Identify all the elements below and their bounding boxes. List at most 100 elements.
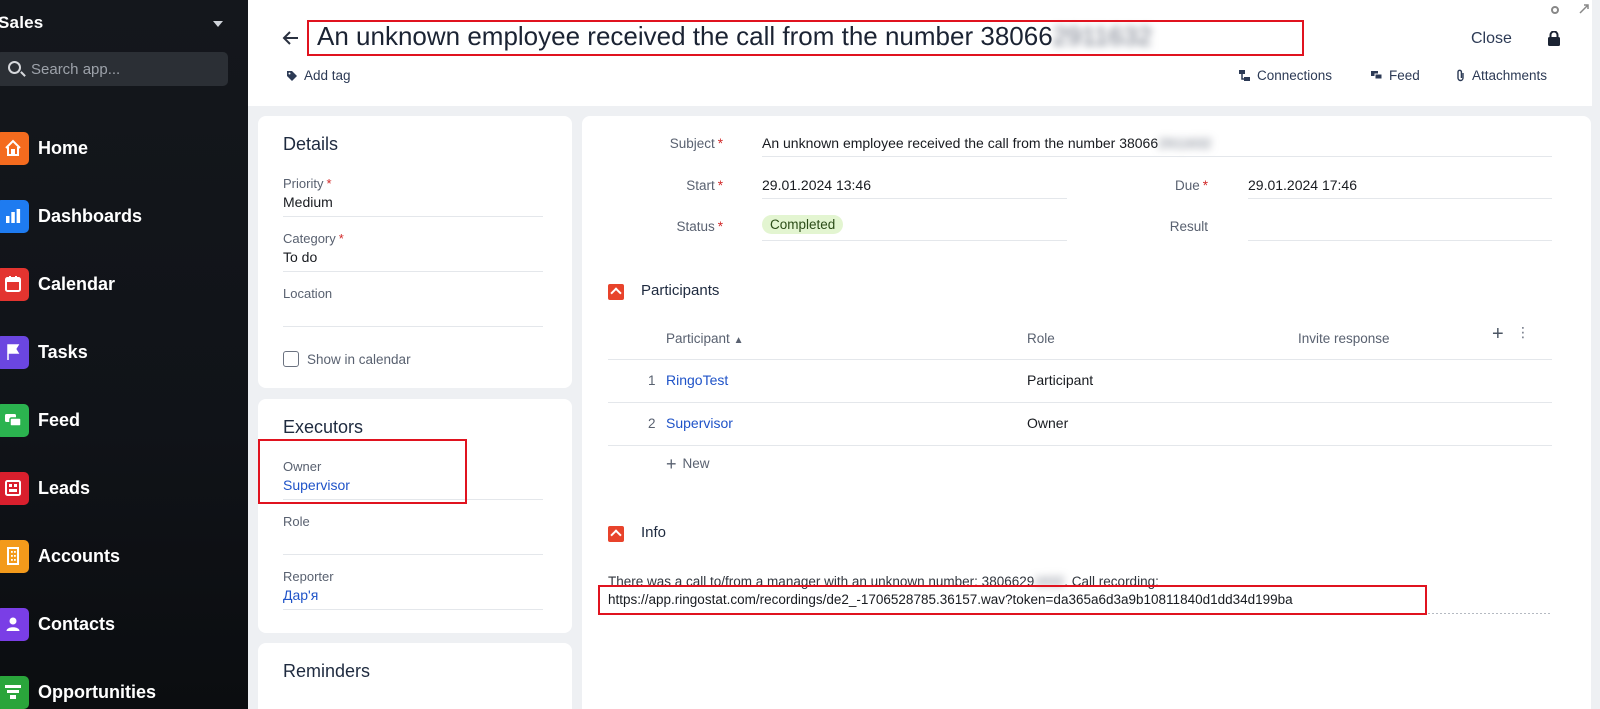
reporter-label: Reporter — [283, 569, 334, 584]
sidebar-item-accounts[interactable]: Accounts — [0, 522, 248, 590]
app-title[interactable]: Sales — [0, 13, 43, 33]
reminders-heading: Reminders — [283, 661, 371, 681]
flag-icon — [0, 335, 29, 369]
sidebar-item-dashboards[interactable]: Dashboards — [0, 182, 248, 250]
participant-name[interactable]: Supervisor — [666, 415, 733, 431]
priority-value[interactable]: Medium — [283, 194, 333, 210]
due-label: Due * — [1174, 178, 1208, 193]
sidebar-item-label: Contacts — [38, 613, 116, 634]
calendar-icon — [0, 267, 29, 301]
sidebar-item-label: Calendar — [38, 273, 116, 294]
sidebar-item-label: Dashboards — [38, 205, 143, 226]
column-invite-response[interactable]: Invite response — [1298, 331, 1390, 346]
participant-role: Owner — [1027, 415, 1069, 431]
participant-role: Participant — [1027, 372, 1094, 388]
home-icon — [0, 131, 29, 165]
executors-panel: Executors Owner Supervisor Role Reporter… — [258, 399, 572, 633]
new-participant-button[interactable]: + New — [666, 453, 710, 474]
search-box[interactable] — [0, 52, 228, 86]
add-tag-button[interactable]: Add tag — [286, 68, 351, 83]
status-badge[interactable]: Completed — [762, 215, 844, 234]
category-value[interactable]: To do — [283, 249, 317, 265]
sidebar-item-calendar[interactable]: Calendar — [0, 250, 248, 318]
record-header — [248, 0, 1592, 106]
table-row[interactable]: 2 Supervisor Owner — [608, 403, 1552, 445]
row-number: 1 — [648, 373, 656, 388]
category-label: Category * — [283, 231, 344, 246]
back-arrow-icon[interactable] — [282, 27, 300, 53]
info-text: There was a call to/from a manager with … — [608, 574, 1159, 589]
result-label: Result — [1169, 219, 1208, 234]
start-label: Start * — [686, 178, 723, 193]
status-label: Status * — [676, 219, 723, 234]
collapse-participants-icon[interactable] — [608, 284, 624, 300]
role-label: Role — [283, 514, 310, 529]
connections-label: Connections — [1257, 68, 1333, 83]
close-button[interactable]: Close — [1471, 30, 1512, 48]
info-heading: Info — [641, 524, 667, 541]
search-icon — [8, 61, 21, 74]
paperclip-icon — [1457, 69, 1464, 82]
sidebar-item-label: Leads — [38, 477, 91, 498]
chat-icon — [0, 403, 29, 437]
sidebar-item-label: Tasks — [38, 341, 88, 362]
sidebar-item-label: Opportunities — [38, 681, 156, 702]
building-icon — [0, 539, 29, 573]
expand-icon[interactable] — [1579, 4, 1589, 14]
start-value[interactable]: 29.01.2024 13:46 — [762, 177, 871, 193]
owner-label: Owner — [283, 459, 322, 474]
tag-icon — [287, 70, 297, 81]
collapse-info-icon[interactable] — [608, 526, 624, 542]
column-participant[interactable]: Participant ▲ — [666, 331, 743, 346]
gear-icon[interactable] — [1549, 4, 1561, 16]
attachments-link[interactable]: Attachments — [1455, 68, 1547, 83]
table-row[interactable]: 1 RingoTest Participant — [608, 360, 1552, 402]
details-panel: Details Priority * Medium Category * To do… — [258, 116, 572, 388]
sidebar-item-label: Home — [38, 137, 89, 158]
sidebar: Sales Home Dashboards Calendar — [0, 0, 248, 709]
location-label: Location — [283, 286, 333, 301]
due-value[interactable]: 29.01.2024 17:46 — [1248, 177, 1357, 193]
sidebar-item-label: Feed — [38, 409, 81, 430]
search-input[interactable] — [31, 52, 221, 86]
add-tag-label: Add tag — [304, 68, 351, 83]
reporter-value[interactable]: Дар'я — [283, 587, 318, 603]
add-participant-icon[interactable]: + — [1492, 323, 1504, 346]
priority-label: Priority * — [283, 176, 332, 191]
owner-value[interactable]: Supervisor — [283, 477, 350, 493]
funnel-icon — [0, 675, 29, 709]
participants-heading: Participants — [641, 282, 720, 299]
connections-icon — [1239, 70, 1250, 81]
participant-name[interactable]: RingoTest — [666, 372, 728, 388]
lock-icon[interactable] — [1547, 31, 1561, 46]
column-role[interactable]: Role — [1027, 331, 1055, 346]
reminders-panel: Reminders — [258, 643, 572, 709]
recording-link[interactable]: https://app.ringostat.com/recordings/de2… — [608, 592, 1293, 607]
sidebar-item-feed[interactable]: Feed — [0, 386, 248, 454]
sidebar-item-home[interactable]: Home — [0, 114, 248, 182]
more-options-icon[interactable]: ⋮ — [1516, 324, 1530, 341]
details-heading: Details — [283, 134, 339, 154]
sidebar-item-opportunities[interactable]: Opportunities — [0, 658, 248, 709]
sidebar-item-tasks[interactable]: Tasks — [0, 318, 248, 386]
chevron-down-icon[interactable] — [213, 21, 223, 27]
feed-link[interactable]: Feed — [1370, 68, 1420, 83]
chat-icon — [1371, 71, 1383, 80]
show-in-calendar-label: Show in calendar — [307, 351, 411, 367]
bar-chart-icon — [0, 199, 29, 233]
connections-link[interactable]: Connections — [1238, 68, 1332, 83]
sidebar-item-contacts[interactable]: Contacts — [0, 590, 248, 658]
attachments-label: Attachments — [1472, 68, 1548, 83]
show-in-calendar-checkbox[interactable]: Show in calendar — [283, 351, 411, 367]
sidebar-item-label: Accounts — [38, 545, 121, 566]
row-number: 2 — [648, 416, 656, 431]
plus-icon: + — [666, 453, 677, 474]
subject-value[interactable]: An unknown employee received the call fr… — [762, 135, 1212, 151]
feed-label: Feed — [1389, 68, 1420, 83]
executors-heading: Executors — [283, 417, 364, 437]
nav-list: Home Dashboards Calendar Tasks Feed Lead… — [0, 114, 248, 709]
leads-icon — [0, 471, 29, 505]
sidebar-item-leads[interactable]: Leads — [0, 454, 248, 522]
activity-form: Subject * An unknown employee received th… — [582, 116, 1591, 709]
person-icon — [0, 607, 29, 641]
